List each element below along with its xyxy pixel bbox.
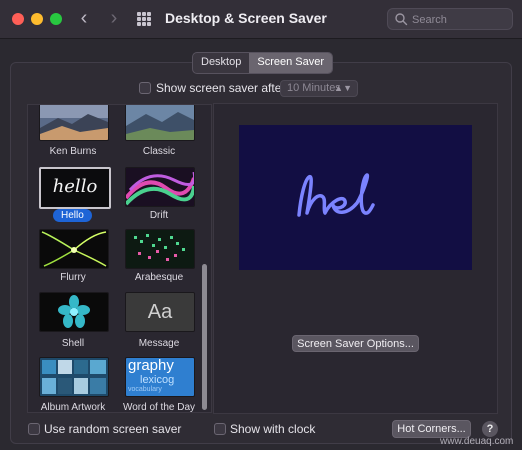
tile-label-hello: Hello [53,209,92,222]
word-of-day-thumbnail-text-2: lexicog [140,374,175,386]
back-icon[interactable]: ‹ [74,8,94,30]
tile-label-classic: Classic [142,146,176,157]
show-clock-label: Show with clock [230,422,316,436]
tile-drift[interactable] [125,167,195,207]
tab-desktop[interactable]: Desktop [193,53,249,73]
help-button[interactable]: ? [482,421,498,437]
random-saver-label: Use random screen saver [44,422,182,436]
message-thumbnail-text: Aa [126,293,194,331]
tile-label-album-artwork: Album Artwork [40,402,106,413]
idle-time-value: 10 Minutes [287,82,341,94]
search-icon [395,13,408,26]
tile-label-shell: Shell [61,338,85,349]
chevron-updown-icon: ▲▼ [334,83,352,93]
word-of-day-thumbnail-text-3: vocabulary [128,386,162,393]
screen-saver-options-button[interactable]: Screen Saver Options... [292,335,419,352]
hello-script-preview-icon [297,173,375,217]
show-all-grid-icon[interactable] [137,12,151,26]
minimize-window-button[interactable] [31,13,43,25]
flurry-thumbnail-icon [40,230,108,268]
idle-time-select[interactable]: 10 Minutes ▲▼ [280,80,358,97]
tile-label-drift: Drift [149,210,169,221]
tile-message[interactable]: Aa [125,292,195,332]
tile-shell[interactable] [39,292,109,332]
search-field[interactable] [387,8,513,30]
tile-album-artwork[interactable] [39,357,109,397]
album-artwork-thumbnail-icon [40,358,108,396]
show-clock-checkbox[interactable] [214,423,226,435]
screen-saver-preview [239,125,472,270]
window-title: Desktop & Screen Saver [165,10,327,26]
show-after-label: Show screen saver after [156,81,286,95]
tile-label-arabesque: Arabesque [134,272,184,283]
tile-label-ken-burns: Ken Burns [49,146,97,157]
screen-saver-list[interactable]: Ken Burns Classic hello Hello Drift Flur… [27,104,212,413]
title-bar: ‹ › Desktop & Screen Saver [0,0,522,39]
tab-screen-saver[interactable]: Screen Saver [249,53,333,73]
tile-label-word-of-the-day: Word of the Day [122,402,196,413]
word-of-day-thumbnail-text: graphy [128,357,174,374]
tile-flurry[interactable] [39,229,109,269]
close-window-button[interactable] [12,13,24,25]
tile-hello[interactable]: hello [39,167,111,209]
shell-thumbnail-icon [40,293,108,331]
hello-thumbnail-text: hello [41,169,109,207]
mountain-thumbnail-icon [40,105,108,140]
watermark-text: www.deuaq.com [440,436,514,447]
arabesque-thumbnail-icon [126,230,194,268]
tile-classic[interactable] [125,105,195,141]
drift-thumbnail-icon [126,168,194,206]
list-scrollbar[interactable] [202,264,207,410]
tile-arabesque[interactable] [125,229,195,269]
tile-label-flurry: Flurry [60,272,86,283]
zoom-window-button[interactable] [50,13,62,25]
tile-word-of-the-day[interactable]: graphy lexicog vocabulary [125,357,195,397]
show-after-checkbox[interactable] [139,82,151,94]
mountain-thumbnail-icon [126,105,194,140]
random-saver-checkbox[interactable] [28,423,40,435]
tile-ken-burns[interactable] [39,105,109,141]
forward-icon[interactable]: › [104,8,124,30]
tab-bar: Desktop Screen Saver [192,52,334,74]
search-input[interactable] [410,11,510,29]
tile-label-message: Message [138,338,180,349]
